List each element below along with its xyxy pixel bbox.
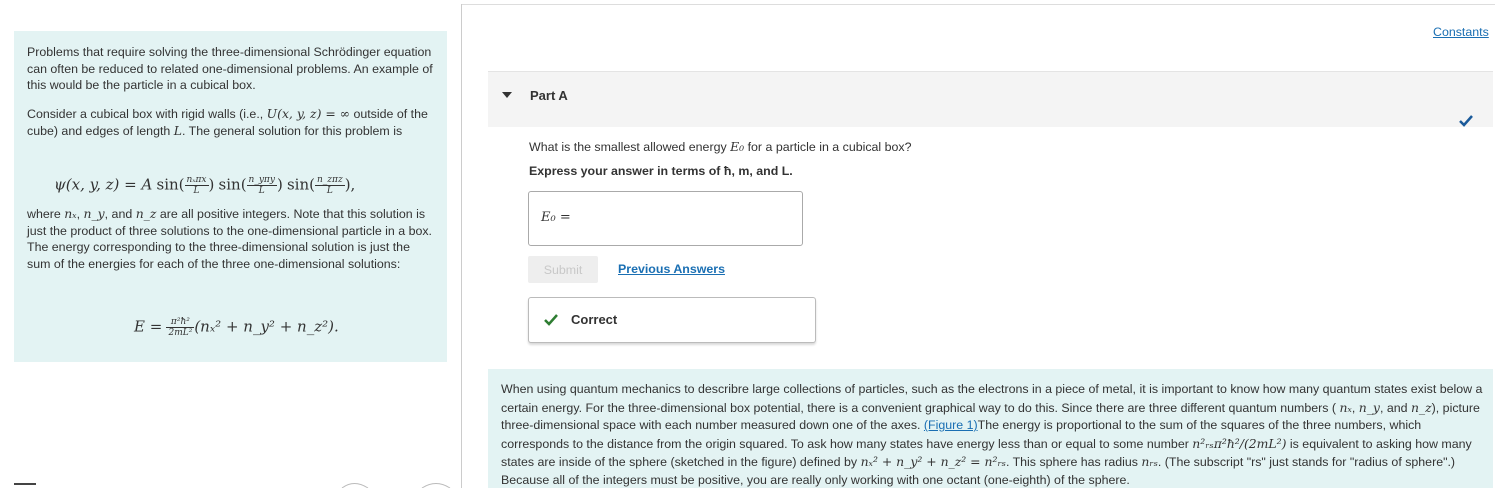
wavefunction-equation: ψ(x, y, z) = A sin(nₓπx L) sin(n_yπy L) si… [54,175,356,196]
frac-y-den: L [258,186,265,196]
nz-symbol: n_z [135,206,157,221]
frac-z-den: L [326,186,333,196]
frac-y-num: n_yπy [246,175,277,186]
checkmark-icon [544,314,558,326]
frac-z-num: n_zπz [314,175,345,186]
edge-length-symbol: L [173,122,182,138]
partial-figure-arcs [341,483,451,488]
info-text-7: . This sphere has radius [1005,455,1138,470]
nx-symbol: nₓ [64,206,77,221]
question-after: for a particle in a cubical box? [747,140,912,154]
energy-frac: π²ħ² 2mL² [166,317,195,338]
panel-divider [461,4,462,488]
cube-paragraph: Consider a cubical box with rigid walls … [27,106,435,139]
frac-y: n_yπy L [246,175,277,196]
where-before: where [27,207,61,221]
problem-intro-panel: Problems that require solving the three-… [14,31,447,362]
psi-lhs: ψ(x, y, z) = A [54,175,153,194]
question-symbol: E₀ [730,139,745,154]
info-text-3: , and [1379,400,1408,415]
frac-x-num: nₓπx [184,175,209,186]
sin-x: sin [156,175,179,194]
info-text-2: , [1351,400,1356,415]
energy-lhs: E = [134,317,163,336]
sphere-expression: nₓ² + n_y² + n_z² = n²ᵣₛ [860,454,1006,470]
info-nx: nₓ [1339,399,1352,415]
info-text-1: When using quantum mechanics to describr… [501,382,1483,415]
checkmark-icon [1459,115,1473,127]
top-rule [461,4,1495,5]
previous-answers-link[interactable]: Previous Answers [618,262,725,276]
where-paragraph: where nₓ, n_y, and n_z are all positive … [27,206,433,271]
constants-link[interactable]: Constants [1433,25,1489,39]
frac-z: n_zπz L [314,175,345,196]
answer-field[interactable]: E₀ = [528,191,803,246]
figure-link[interactable]: (Figure 1) [924,418,978,432]
radius-symbol: nᵣₛ [1141,454,1158,470]
question-text: What is the smallest allowed energy E₀ f… [529,139,912,154]
question-before: What is the smallest allowed energy [529,140,727,154]
potential-expression: U(x, y, z) = ∞ [266,106,350,121]
sin-z: sin [286,175,310,194]
footer-mark [14,483,36,485]
ny-symbol: n_y [83,206,105,221]
energy-num: π²ħ² [166,317,195,328]
info-ny: n_y [1358,399,1380,415]
frac-x: nₓπx L [184,175,209,196]
sin-y: sin [218,175,241,194]
submit-button[interactable]: Submit [528,256,598,283]
cube-text-before: Consider a cubical box with rigid walls … [27,107,264,121]
intro-paragraph: Problems that require solving the three-… [27,45,433,92]
info-paragraph: When using quantum mechanics to describr… [501,381,1486,488]
answer-instruction: Express your answer in terms of ħ, m, an… [529,164,793,178]
energy-equation: E = π²ħ² 2mL² (nₓ² + n_y² + n_z²). [134,317,339,338]
info-panel: When using quantum mechanics to describr… [488,369,1493,488]
energy-threshold-expression: n²ᵣₛπ²ħ²/(2mL²) [1192,435,1287,451]
part-title: Part A [530,88,568,103]
cube-text-after: . The general solution for this problem … [181,123,403,138]
part-a-header[interactable]: Part A [488,71,1493,127]
feedback-box: Correct [528,297,816,343]
feedback-label: Correct [571,312,618,327]
energy-rhs: (nₓ² + n_y² + n_z²). [194,317,339,336]
energy-den: 2mL² [168,328,193,338]
info-nz: n_z [1410,399,1432,415]
answer-label: E₀ = [541,210,571,225]
frac-x-den: L [193,186,200,196]
caret-down-icon[interactable] [502,92,512,98]
